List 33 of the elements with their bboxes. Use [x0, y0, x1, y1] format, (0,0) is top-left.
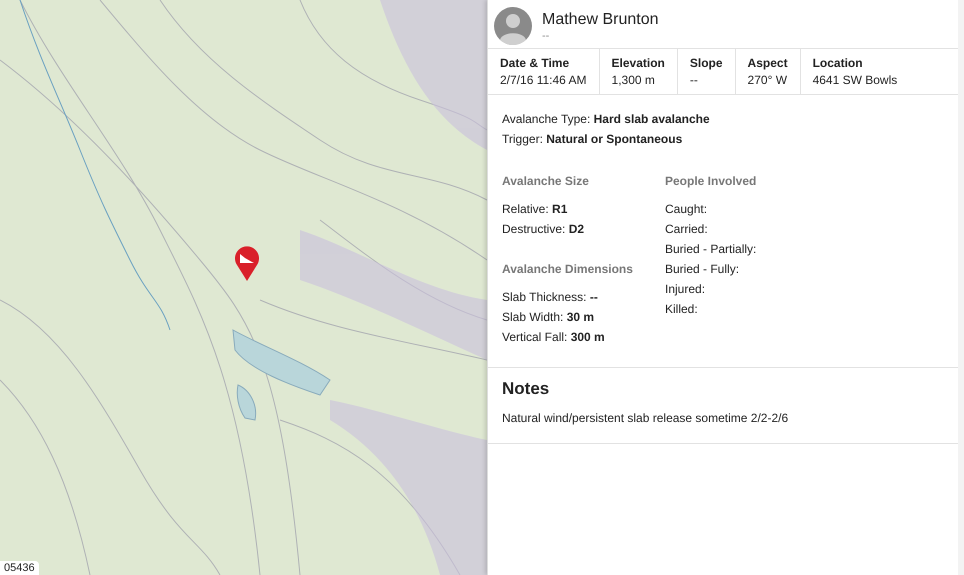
map-marker-icon[interactable]	[234, 244, 260, 282]
stat-label: Elevation	[612, 54, 665, 72]
observer-subtitle: --	[542, 30, 550, 42]
stat-value: 4641 SW Bowls	[812, 72, 898, 88]
detail-line: Vertical Fall: 300 m	[502, 329, 606, 345]
detail-line: Caught:	[665, 201, 708, 217]
avatar-icon	[494, 7, 532, 45]
stat-value: 2/7/16 11:46 AM	[500, 72, 587, 88]
notes-heading: Notes	[502, 378, 550, 400]
detail-line: Trigger: Natural or Spontaneous	[502, 131, 684, 147]
observer-name: Mathew Brunton	[542, 10, 659, 30]
detail-line: Relative: R1	[502, 201, 568, 217]
stat-value: --	[690, 72, 699, 88]
stat-label: Aspect	[748, 54, 788, 72]
detail-line: Buried - Partially:	[665, 241, 756, 257]
map-scale-label: 05436	[0, 561, 39, 575]
detail-line: Slab Width: 30 m	[502, 309, 596, 325]
stat-label: Location	[812, 54, 864, 72]
section-heading: Avalanche Dimensions	[502, 261, 634, 277]
detail-line: Injured:	[665, 281, 706, 297]
stat-label: Date & Time	[500, 54, 570, 72]
detail-line: Buried - Fully:	[665, 261, 740, 277]
stat-value: 270° W	[748, 72, 788, 88]
detail-line: Slab Thickness: --	[502, 289, 599, 305]
section-heading: Avalanche Size	[502, 173, 590, 189]
stat-label: Slope	[690, 54, 723, 72]
detail-line: Killed:	[665, 301, 699, 317]
notes-text: Natural wind/persistent slab release sometime 2/2-2/6	[502, 410, 790, 427]
detail-line: Avalanche Type: Hard slab avalanche	[502, 111, 711, 127]
detail-line: Destructive: D2	[502, 221, 586, 237]
detail-line: Carried:	[665, 221, 709, 237]
stat-value: 1,300 m	[612, 72, 656, 88]
section-heading: People Involved	[665, 173, 756, 189]
